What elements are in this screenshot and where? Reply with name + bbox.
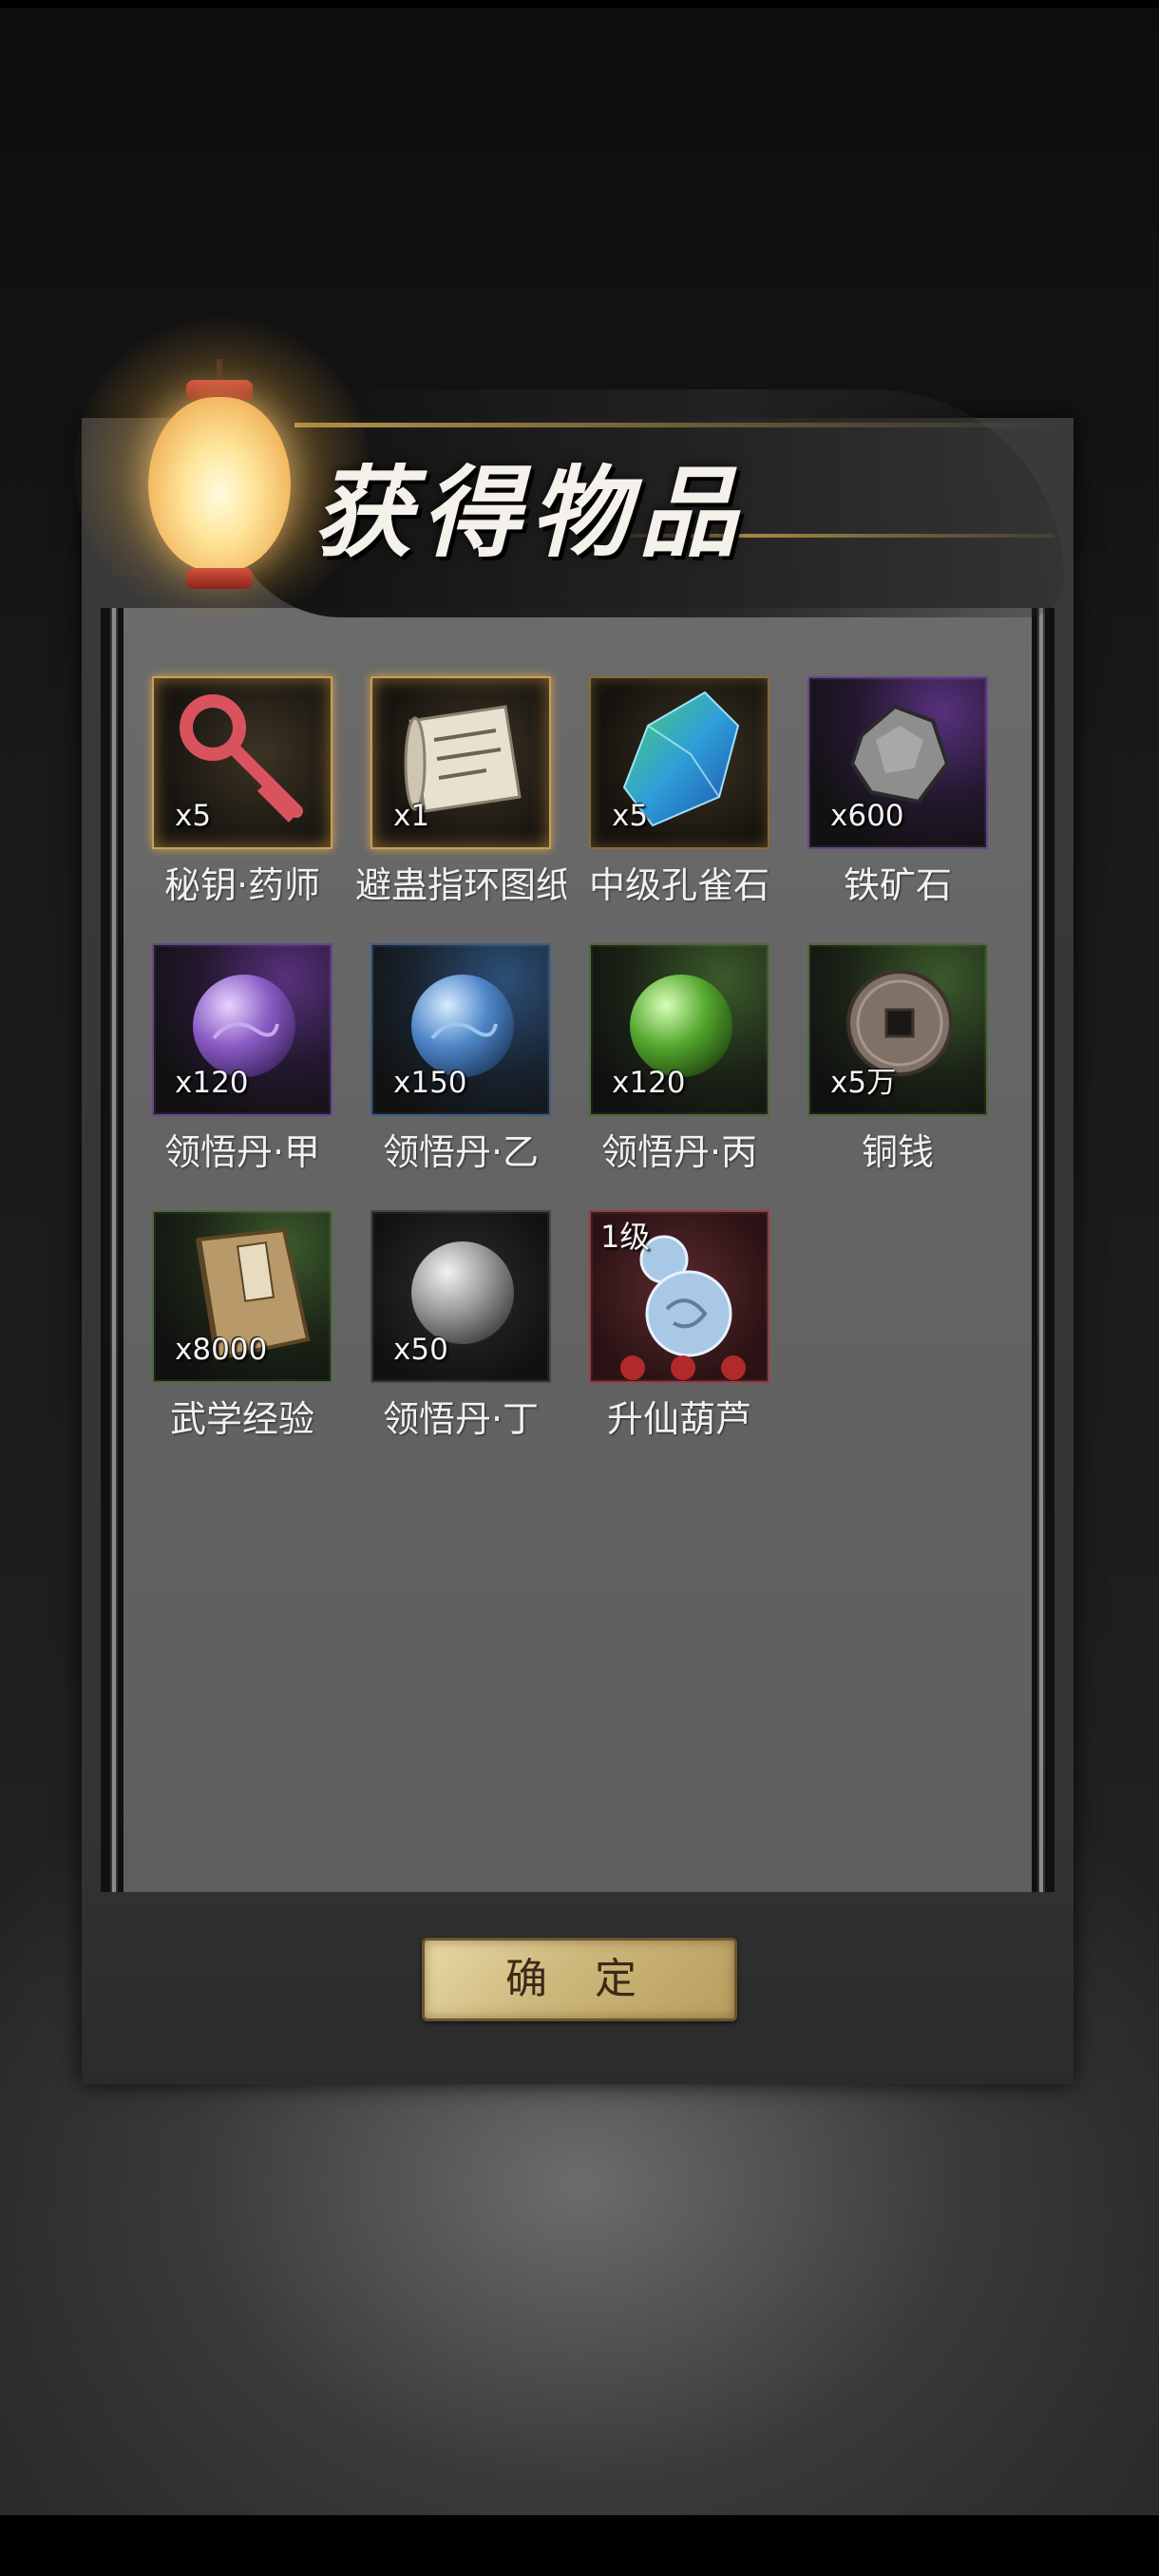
item-quantity: x120: [175, 1066, 249, 1100]
pill-icon: [411, 975, 514, 1077]
reward-item[interactable]: x150 领悟丹·乙: [370, 943, 551, 1192]
item-tile: x120: [152, 943, 332, 1116]
header-gold-stroke: [294, 423, 1054, 427]
reward-item[interactable]: x5 中级孔雀石: [589, 676, 770, 925]
item-name: 铜钱: [861, 1131, 934, 1173]
game-screen: 获得物品 x5 秘钥·药师 x1 避蛊指环图纸 x5 中级孔雀石 x600 铁矿…: [0, 0, 1159, 2576]
item-quantity: x50: [393, 1333, 448, 1367]
item-tile: x8000: [152, 1210, 332, 1383]
lantern-bottom-cap: [186, 568, 253, 589]
reward-item[interactable]: x120 领悟丹·甲: [152, 943, 332, 1192]
item-quantity: x5万: [830, 1066, 897, 1100]
reward-item[interactable]: x120 领悟丹·丙: [589, 943, 770, 1192]
item-quantity: x5: [612, 799, 649, 833]
item-quantity: x150: [393, 1066, 467, 1100]
item-tile: x5万: [808, 943, 988, 1116]
item-quantity: x8000: [175, 1333, 268, 1367]
item-tile: x600: [808, 676, 988, 849]
flame-marks-icon: [620, 1355, 746, 1380]
status-strip: [0, 0, 1159, 8]
pill-icon: [411, 1241, 514, 1344]
item-name: 升仙葫芦: [606, 1398, 751, 1440]
reward-item[interactable]: x1 避蛊指环图纸: [355, 676, 566, 925]
item-name: 铁矿石: [843, 864, 952, 906]
left-frame-highlight: [112, 608, 116, 1892]
reward-item[interactable]: x50 领悟丹·丁: [370, 1210, 551, 1459]
left-frame-rail: [101, 608, 110, 1892]
pill-icon: [193, 975, 295, 1077]
item-level: 1级: [600, 1219, 651, 1255]
item-tile: x5: [152, 676, 332, 849]
item-tile: x150: [370, 943, 551, 1116]
coin-icon: [846, 970, 953, 1076]
reward-item[interactable]: x5万 铜钱: [808, 943, 988, 1192]
item-quantity: x600: [830, 799, 904, 833]
reward-item[interactable]: x600 铁矿石: [808, 676, 988, 925]
confirm-button[interactable]: 确 定: [422, 1938, 737, 2021]
item-tile: x1: [370, 676, 551, 849]
item-quantity: x1: [393, 799, 430, 833]
right-frame-highlight: [1039, 608, 1043, 1892]
item-quantity: x5: [175, 799, 212, 833]
dialog-title: 获得物品: [314, 454, 748, 571]
lantern-icon: [148, 397, 291, 572]
reward-item[interactable]: 1级 升仙葫芦: [589, 1210, 770, 1459]
item-tile: x50: [370, 1210, 551, 1383]
item-name: 避蛊指环图纸: [355, 864, 566, 906]
item-name: 秘钥·药师: [163, 864, 321, 906]
item-tile: x5: [589, 676, 770, 849]
reward-item[interactable]: x5 秘钥·药师: [152, 676, 332, 925]
right-frame-rail: [1045, 608, 1054, 1892]
pill-icon: [630, 975, 732, 1077]
item-quantity: x120: [612, 1066, 686, 1100]
reward-item[interactable]: x8000 武学经验: [152, 1210, 332, 1459]
right-frame-inner-rail: [1032, 608, 1037, 1892]
left-frame-inner-rail: [118, 608, 124, 1892]
navigation-bar: [0, 2515, 1159, 2576]
item-tile: x120: [589, 943, 770, 1116]
iron-ore-icon: [849, 704, 950, 805]
item-tile: 1级: [589, 1210, 770, 1383]
